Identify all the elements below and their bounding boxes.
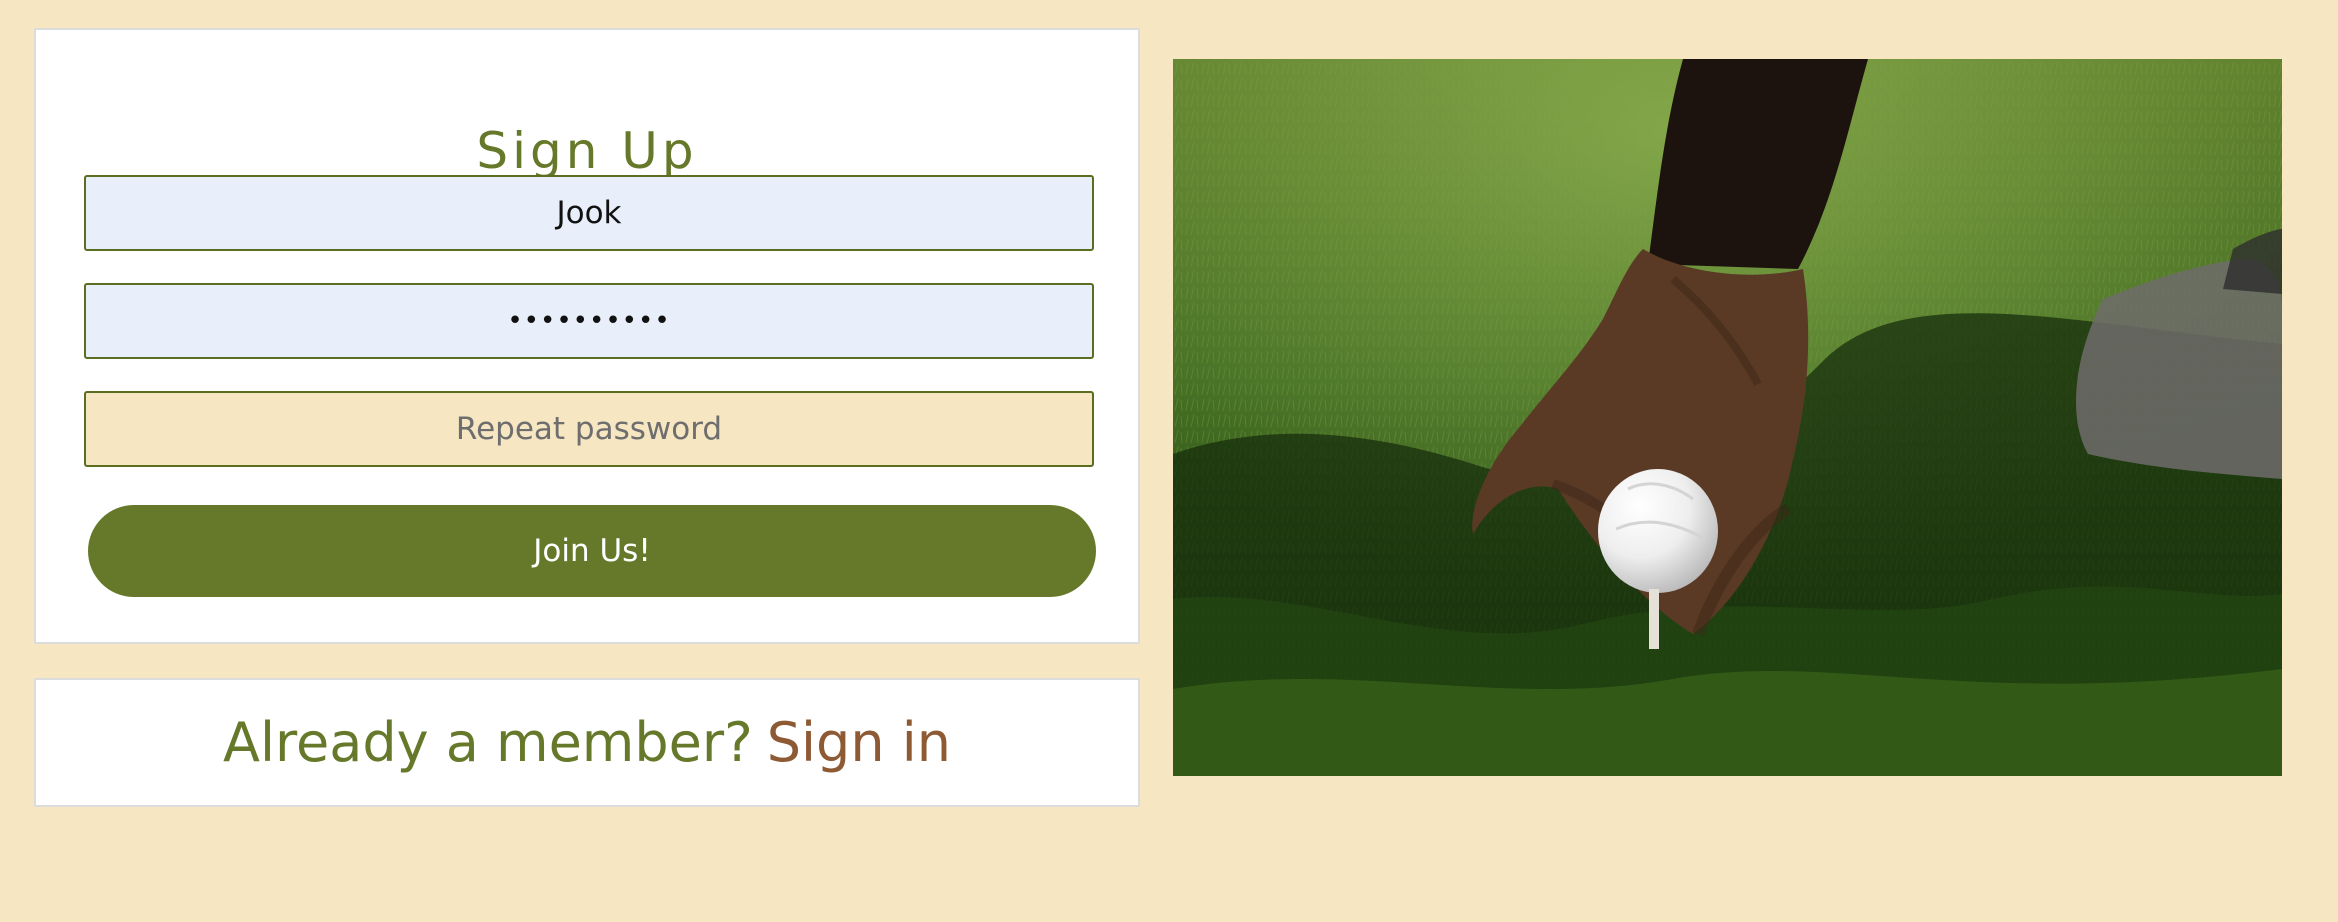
username-field[interactable] (84, 175, 1094, 251)
signup-card: Sign Up Join Us! (34, 28, 1140, 644)
member-prompt-text: Already a member? (223, 710, 753, 774)
golf-hero-image (1173, 59, 2282, 776)
signup-title: Sign Up (476, 121, 698, 180)
join-us-button[interactable]: Join Us! (88, 505, 1096, 597)
repeat-password-field[interactable] (84, 391, 1094, 467)
golf-ball-image (1173, 59, 2282, 776)
password-field[interactable] (84, 283, 1094, 359)
sign-in-link[interactable]: Sign in (767, 715, 951, 770)
member-prompt-card: Already a member? Sign in (34, 678, 1140, 807)
